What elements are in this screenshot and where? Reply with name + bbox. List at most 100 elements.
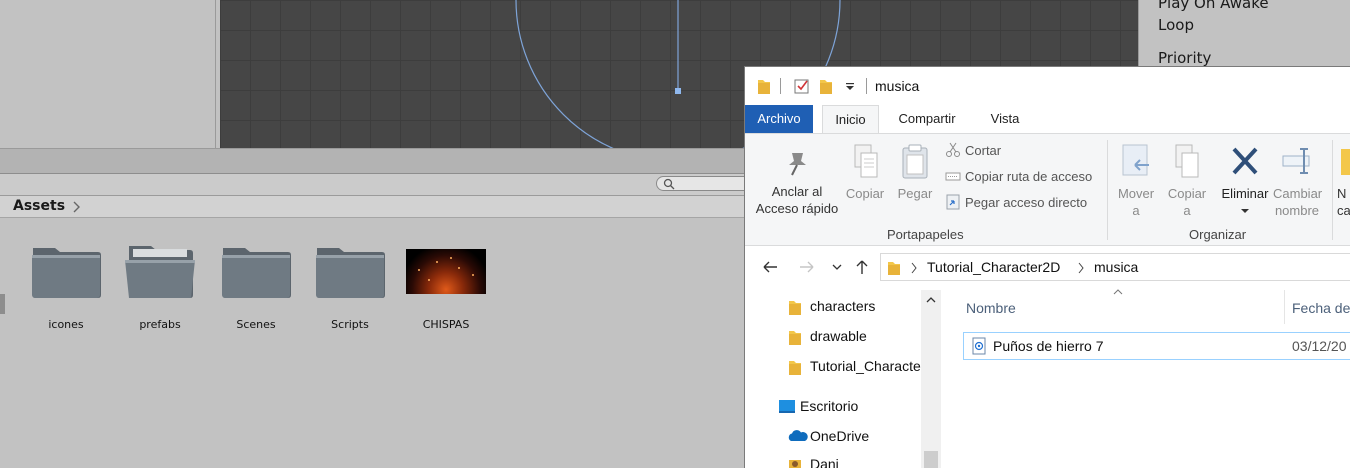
toolbar-separator (866, 78, 867, 94)
address-segment-current[interactable]: musica (1094, 259, 1138, 275)
chevron-right-icon (911, 262, 917, 274)
pin-quick-access-button[interactable]: Anclar al Acceso rápido (751, 147, 843, 217)
column-separator[interactable] (1284, 290, 1285, 324)
file-date: 03/12/20 (1292, 338, 1347, 354)
rename-icon (1282, 148, 1310, 174)
delete-button[interactable]: Eliminar (1218, 143, 1272, 219)
nav-item-user[interactable]: Dani (789, 456, 839, 468)
file-list: Nombre Fecha de Puños de hierro 7 03/12/… (941, 289, 1350, 468)
folder-icon (222, 248, 291, 298)
sort-ascending-icon (1113, 289, 1123, 295)
move-to-label-line1: Mover (1117, 186, 1155, 201)
cut-button[interactable]: Cortar (945, 142, 1001, 158)
asset-folder-icones[interactable]: icones (21, 238, 111, 331)
pin-icon (789, 153, 806, 176)
loop-label: Loop (1158, 16, 1194, 34)
paste-shortcut-label: Pegar acceso directo (965, 195, 1088, 210)
tab-compartir[interactable]: Compartir (889, 105, 965, 133)
group-separator (1107, 140, 1108, 240)
chevron-down-icon[interactable] (1240, 207, 1250, 215)
new-folder-icon[interactable] (819, 77, 833, 95)
rename-label-line1: Cambiar (1273, 186, 1323, 201)
file-row[interactable]: Puños de hierro 7 03/12/20 (963, 332, 1350, 360)
nav-item-label: drawable (810, 328, 867, 344)
paste-shortcut-button[interactable]: Pegar acceso directo (945, 194, 1087, 210)
asset-folder-prefabs[interactable]: prefabs (115, 238, 205, 331)
title-bar[interactable]: musica (745, 67, 1350, 105)
ribbon-tabs: Archivo Inicio Compartir Vista (745, 105, 1350, 134)
move-to-icon (1122, 144, 1149, 176)
asset-texture-chispas[interactable]: CHISPAS (401, 238, 491, 331)
copy-button[interactable]: Copiar (843, 143, 887, 202)
delete-label: Eliminar (1221, 186, 1269, 201)
scroll-up-icon[interactable] (926, 296, 936, 304)
chevron-right-icon (73, 201, 80, 213)
paste-shortcut-icon (946, 194, 960, 210)
address-bar[interactable]: Tutorial_Character2D musica (880, 253, 1350, 281)
asset-label: CHISPAS (422, 318, 470, 331)
play-on-awake-label: Play On Awake (1158, 0, 1269, 12)
nav-item-label: Escritorio (800, 398, 859, 414)
move-to-label-line2: a (1132, 203, 1140, 218)
forward-arrow-icon[interactable] (798, 258, 816, 276)
search-icon (663, 178, 675, 190)
breadcrumb-assets[interactable]: Assets (13, 198, 65, 214)
paste-label: Pegar (897, 186, 933, 201)
rename-button[interactable]: Cambiar nombre (1273, 143, 1323, 219)
scrollbar-thumb[interactable] (924, 451, 938, 468)
chevron-right-icon (1078, 262, 1084, 274)
copy-path-button[interactable]: Copiar ruta de acceso (945, 168, 1092, 184)
navigation-bar: Tutorial_Character2D musica (745, 246, 1350, 290)
new-folder-button[interactable]: N ca (1337, 143, 1350, 219)
asset-label: Scenes (236, 318, 276, 331)
back-arrow-icon[interactable] (761, 258, 779, 276)
asset-folder-scripts[interactable]: Scripts (305, 238, 395, 331)
folder-icon (789, 301, 801, 315)
new-label-line2: ca (1337, 203, 1350, 218)
priority-label: Priority (1158, 49, 1212, 67)
user-folder-icon (789, 460, 801, 468)
address-segment-project[interactable]: Tutorial_Character2D (927, 259, 1060, 275)
onedrive-cloud-icon (788, 430, 808, 441)
copy-to-button[interactable]: Copiar a (1165, 143, 1209, 219)
paste-button[interactable]: Pegar (893, 143, 937, 202)
up-arrow-icon[interactable] (854, 258, 870, 276)
project-scrollbar[interactable] (0, 294, 5, 314)
properties-icon[interactable] (793, 77, 811, 95)
new-folder-icon (1341, 149, 1350, 175)
tab-inicio[interactable]: Inicio (822, 105, 879, 134)
toolbar-separator (780, 78, 781, 94)
paste-icon (902, 144, 928, 179)
folder-icon (758, 80, 770, 94)
folder-icon (789, 361, 801, 375)
copy-to-label-line1: Copiar (1167, 186, 1207, 201)
column-header-date[interactable]: Fecha de (1292, 300, 1350, 316)
column-header-name[interactable]: Nombre (966, 300, 1016, 316)
nav-item-drawable[interactable]: drawable (789, 328, 867, 345)
copy-label: Copiar (845, 186, 885, 201)
tab-vista[interactable]: Vista (977, 105, 1033, 133)
nav-item-label: Tutorial_Characte (810, 358, 921, 374)
asset-folder-scenes[interactable]: Scenes (211, 238, 301, 331)
file-explorer-window: musica Archivo Inicio Compartir Vista An… (744, 66, 1350, 468)
tab-archivo[interactable]: Archivo (745, 105, 813, 133)
folder-icon (789, 331, 801, 345)
asset-label: icones (48, 318, 84, 331)
pin-label-line2: Acceso rápido (755, 201, 839, 216)
nav-pane-scrollbar[interactable] (921, 290, 941, 468)
copy-to-icon (1175, 144, 1199, 178)
copy-path-label: Copiar ruta de acceso (965, 169, 1093, 184)
group-separator (1332, 140, 1333, 240)
nav-item-onedrive[interactable]: OneDrive (788, 428, 869, 444)
nav-item-label: characters (810, 298, 876, 314)
delete-icon (1232, 147, 1258, 175)
customize-toolbar-icon[interactable] (844, 77, 856, 95)
nav-item-characters[interactable]: characters (789, 298, 876, 315)
nav-item-escritorio[interactable]: Escritorio (779, 398, 859, 414)
organize-group-label: Organizar (1189, 227, 1247, 242)
move-to-button[interactable]: Mover a (1114, 143, 1158, 219)
nav-item-tutorial-character[interactable]: Tutorial_Characte (810, 358, 921, 374)
folder-icon (32, 248, 101, 298)
audio-file-icon (972, 337, 986, 355)
recent-locations-icon[interactable] (830, 258, 844, 276)
